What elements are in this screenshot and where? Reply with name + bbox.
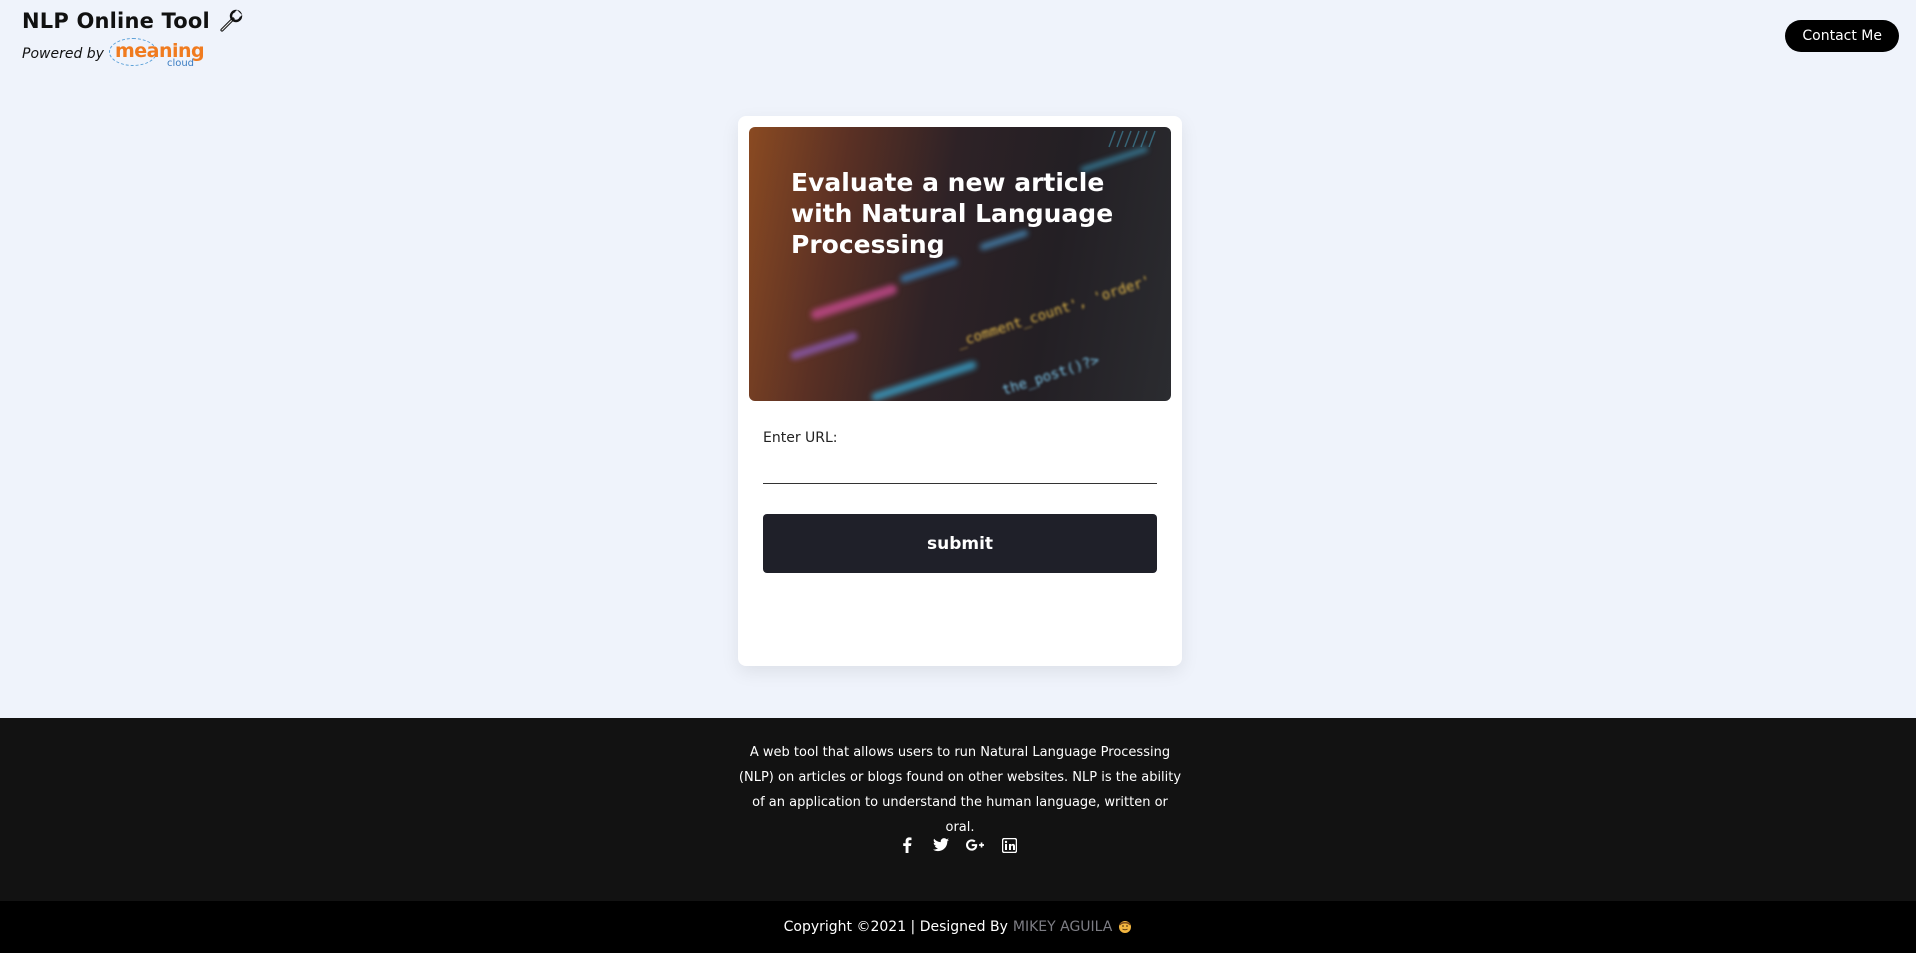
- designer-link[interactable]: MIKEY AGUILA: [1013, 919, 1113, 935]
- powered-by: Powered by meaning cloud: [22, 36, 244, 72]
- linkedin-icon[interactable]: [1000, 836, 1018, 854]
- submit-button[interactable]: submit: [763, 514, 1157, 573]
- hero-code-line-2: the_post()?>: [1000, 352, 1101, 398]
- url-label: Enter URL:: [763, 430, 838, 446]
- copyright-text: Copyright ©2021 | Designed By: [783, 919, 1008, 935]
- twitter-icon[interactable]: [932, 836, 950, 854]
- logo-sub: cloud: [166, 58, 195, 69]
- powered-by-text: Powered by: [22, 46, 104, 62]
- hero-title: Evaluate a new article with Natural Lang…: [791, 168, 1114, 259]
- url-input[interactable]: [763, 452, 1157, 484]
- wrench-icon: [218, 8, 244, 34]
- brand: NLP Online Tool Powered by meaning cloud: [22, 8, 244, 72]
- evaluate-card: _comment_count', 'order' the_post()?> Ev…: [738, 116, 1182, 666]
- face-emoji-icon: [1118, 920, 1132, 934]
- meaningcloud-logo: meaning cloud: [108, 36, 205, 72]
- url-form: Enter URL: submit: [763, 430, 1157, 573]
- google-plus-icon[interactable]: [966, 836, 984, 854]
- facebook-icon[interactable]: [898, 836, 916, 854]
- hero-code-line-1: _comment_count', 'order': [955, 273, 1152, 351]
- app-title: NLP Online Tool: [22, 8, 244, 34]
- social-links: [0, 836, 1916, 854]
- copyright-bar: Copyright ©2021 | Designed By MIKEY AGUI…: [0, 901, 1916, 953]
- app-title-text: NLP Online Tool: [22, 9, 210, 33]
- header: NLP Online Tool Powered by meaning cloud…: [0, 0, 1916, 90]
- contact-me-button[interactable]: Contact Me: [1785, 20, 1899, 52]
- hero-image: _comment_count', 'order' the_post()?> Ev…: [749, 127, 1171, 401]
- footer-description: A web tool that allows users to run Natu…: [738, 745, 1182, 835]
- footer: A web tool that allows users to run Natu…: [0, 718, 1916, 901]
